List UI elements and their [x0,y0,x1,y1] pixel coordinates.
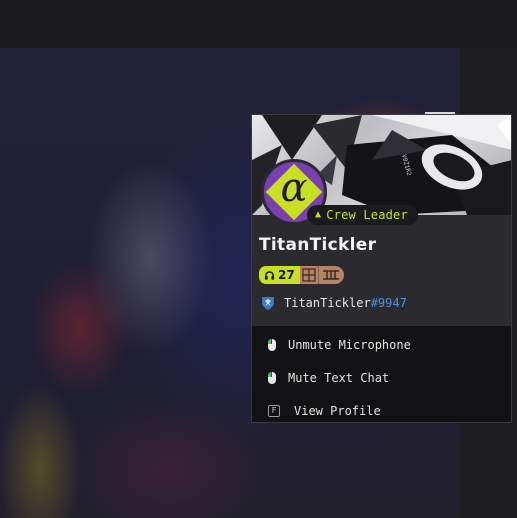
alpha-glyph: α [280,165,308,211]
mouse-left-click-icon [268,338,276,351]
menu-item-label: Unmute Microphone [288,337,411,352]
tag-text: TitanTickler#9947 [284,296,407,310]
player-profile-card: V0Z1R2 α ▲ Crew Leader TitanTickler 27 T… [251,114,512,423]
platform-shield-icon [262,297,274,310]
unmute-microphone-option[interactable]: Unmute Microphone [252,328,511,361]
badge-row: 27 [259,266,344,284]
top-bar [0,0,517,48]
view-profile-option[interactable]: F View Profile [252,394,511,422]
mute-text-chat-option[interactable]: Mute Text Chat [252,361,511,394]
menu-item-label: View Profile [294,403,381,418]
menu-item-label: Mute Text Chat [288,370,390,385]
role-badge: ▲ Crew Leader [307,205,418,225]
profile-header: V0Z1R2 α ▲ Crew Leader TitanTickler 27 T… [252,115,511,326]
bars-tier-icon [323,270,340,280]
level-badge: 27 [259,266,300,284]
tag-discriminator: #9947 [370,296,407,310]
context-menu: Unmute Microphone Mute Text Chat F View … [252,326,511,422]
player-name: TitanTickler [259,235,377,255]
rank-badge [299,266,318,284]
crew-leader-icon: ▲ [315,209,322,220]
mouse-left-click-icon [268,371,276,384]
key-f-icon: F [268,404,280,417]
player-tag: TitanTickler#9947 [260,295,407,311]
role-label: Crew Leader [326,208,408,222]
tag-name: TitanTickler [284,296,371,310]
headset-icon [264,270,275,280]
level-value: 27 [278,268,295,282]
grid-rank-icon [302,268,316,282]
tier-badge [317,266,344,284]
